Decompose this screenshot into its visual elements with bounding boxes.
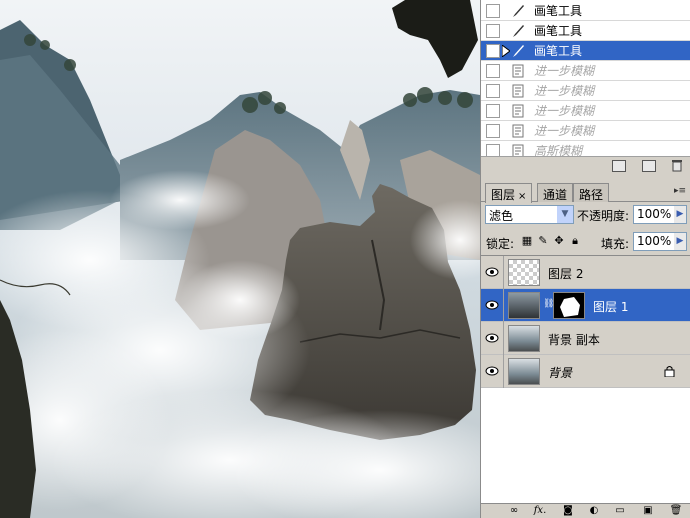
link-layers-icon[interactable]: ∞ bbox=[507, 505, 521, 517]
history-state-item[interactable]: 进一步模糊 bbox=[481, 61, 690, 81]
new-snapshot-icon[interactable] bbox=[642, 160, 656, 172]
layers-footer: ∞ fx. ◙ ◐ ▭ ▣ 🗑︎ bbox=[481, 503, 690, 518]
lock-transparency-icon[interactable]: ▦ bbox=[521, 235, 533, 247]
fill-label: 填充: bbox=[601, 237, 630, 251]
brush-icon bbox=[510, 23, 526, 39]
history-source-checkbox[interactable] bbox=[486, 123, 500, 138]
eye-column-divider bbox=[503, 322, 504, 355]
layers-list: 图层 2 ⛓ 图层 1 背景 副本背景 bbox=[481, 255, 690, 503]
eye-column-divider bbox=[503, 256, 504, 289]
eye-icon[interactable] bbox=[485, 266, 499, 278]
mask-link-icon[interactable]: ⛓ bbox=[543, 299, 554, 312]
eye-icon[interactable] bbox=[485, 332, 499, 344]
blend-mode-value: 滤色 bbox=[489, 209, 514, 223]
history-source-checkbox[interactable] bbox=[486, 23, 500, 38]
layer-lock-icon bbox=[664, 365, 675, 378]
lock-all-icon[interactable]: 🔒︎ bbox=[569, 235, 581, 247]
lock-image-icon[interactable]: ✎ bbox=[537, 235, 549, 247]
layer-row[interactable]: 背景 bbox=[481, 355, 690, 388]
eye-column-divider bbox=[503, 289, 504, 322]
layer-name[interactable]: 背景 bbox=[548, 364, 572, 381]
side-panels: 画笔工具 画笔工具 画笔工具 进一步模糊 进一步模糊 进一步模糊 进一步模糊 高斯模糊 图层 ×… bbox=[480, 0, 690, 518]
layer-thumbnail[interactable] bbox=[508, 259, 540, 286]
history-footer bbox=[481, 156, 690, 174]
tab-layers-label: 图层 bbox=[491, 188, 516, 202]
history-state-marker-icon bbox=[501, 44, 511, 60]
history-source-checkbox[interactable] bbox=[486, 83, 500, 98]
adjustment-layer-icon[interactable]: ◐ bbox=[587, 505, 601, 517]
layer-row[interactable]: 背景 副本 bbox=[481, 322, 690, 355]
layer-row[interactable]: ⛓ 图层 1 bbox=[481, 289, 690, 322]
history-state-label: 进一步模糊 bbox=[534, 104, 595, 118]
lock-row: 锁定: ▦ ✎ ✥ 🔒︎ 填充: 100% ▶ bbox=[481, 230, 690, 254]
close-tab-icon[interactable]: × bbox=[518, 191, 526, 202]
tab-layers[interactable]: 图层 × bbox=[485, 183, 533, 203]
eye-column-divider bbox=[503, 355, 504, 388]
new-document-from-state-icon[interactable] bbox=[612, 160, 626, 172]
brush-icon bbox=[510, 43, 526, 59]
fill-slider-arrow-icon[interactable]: ▶ bbox=[674, 233, 686, 250]
fill-value: 100% bbox=[637, 234, 672, 248]
layer-name[interactable]: 图层 2 bbox=[548, 265, 583, 282]
brush-icon bbox=[510, 3, 526, 19]
history-state-label: 进一步模糊 bbox=[534, 64, 595, 78]
history-source-checkbox[interactable] bbox=[486, 63, 500, 78]
layer-thumbnail[interactable] bbox=[508, 325, 540, 352]
history-state-item[interactable]: 进一步模糊 bbox=[481, 81, 690, 101]
history-state-label: 进一步模糊 bbox=[534, 124, 595, 138]
opacity-field[interactable]: 100% ▶ bbox=[633, 205, 687, 224]
history-state-label: 画笔工具 bbox=[534, 44, 583, 58]
blend-mode-select[interactable]: 滤色 ▼ bbox=[485, 205, 574, 224]
chevron-down-icon[interactable]: ▼ bbox=[557, 206, 573, 223]
history-state-label: 画笔工具 bbox=[534, 24, 583, 38]
delete-layer-icon[interactable]: 🗑︎ bbox=[669, 505, 683, 517]
tab-paths[interactable]: 路径 bbox=[573, 183, 610, 202]
fx-icon[interactable]: fx. bbox=[533, 505, 547, 517]
document-canvas[interactable] bbox=[0, 0, 480, 518]
trash-icon[interactable] bbox=[671, 159, 683, 172]
layer-thumbnail[interactable] bbox=[508, 358, 540, 385]
opacity-label: 不透明度: bbox=[577, 209, 630, 223]
history-state-item[interactable]: 画笔工具 bbox=[481, 41, 690, 61]
history-state-item[interactable]: 画笔工具 bbox=[481, 21, 690, 41]
new-layer-icon[interactable]: ▣ bbox=[641, 505, 655, 517]
filter-doc-icon bbox=[510, 103, 526, 119]
layer-name[interactable]: 图层 1 bbox=[593, 298, 628, 315]
opacity-slider-arrow-icon[interactable]: ▶ bbox=[674, 206, 686, 223]
history-source-checkbox[interactable] bbox=[486, 3, 500, 18]
filter-doc-icon bbox=[510, 83, 526, 99]
new-group-icon[interactable]: ▭ bbox=[613, 505, 627, 517]
history-source-checkbox[interactable] bbox=[486, 43, 500, 58]
panel-menu-icon[interactable]: ▸≡ bbox=[674, 186, 686, 196]
history-state-item[interactable]: 进一步模糊 bbox=[481, 101, 690, 121]
history-list: 画笔工具 画笔工具 画笔工具 进一步模糊 进一步模糊 进一步模糊 进一步模糊 高斯模糊 bbox=[481, 0, 690, 161]
eye-icon[interactable] bbox=[485, 365, 499, 377]
opacity-value: 100% bbox=[637, 207, 672, 221]
filter-doc-icon bbox=[510, 123, 526, 139]
eye-icon[interactable] bbox=[485, 299, 499, 311]
history-state-label: 进一步模糊 bbox=[534, 84, 595, 98]
add-mask-icon[interactable]: ◙ bbox=[561, 505, 575, 517]
landscape-image bbox=[0, 0, 480, 518]
history-state-label: 画笔工具 bbox=[534, 4, 583, 18]
tab-channels-label: 通道 bbox=[543, 188, 568, 202]
filter-doc-icon bbox=[510, 63, 526, 79]
lock-label: 锁定: bbox=[486, 237, 515, 251]
history-source-checkbox[interactable] bbox=[486, 103, 500, 118]
tab-channels[interactable]: 通道 bbox=[537, 183, 574, 202]
layer-name[interactable]: 背景 副本 bbox=[548, 331, 600, 348]
layer-row[interactable]: 图层 2 bbox=[481, 256, 690, 289]
layer-mask-thumbnail[interactable] bbox=[553, 292, 585, 319]
layer-thumbnail[interactable] bbox=[508, 292, 540, 319]
history-state-item[interactable]: 进一步模糊 bbox=[481, 121, 690, 141]
blend-row: 滤色 ▼ 不透明度: 100% ▶ bbox=[481, 203, 690, 227]
tab-paths-label: 路径 bbox=[579, 188, 604, 202]
lock-position-icon[interactable]: ✥ bbox=[553, 235, 565, 247]
history-state-item[interactable]: 画笔工具 bbox=[481, 1, 690, 21]
layers-panel-tabs: 图层 × 通道 路径 bbox=[481, 181, 690, 203]
fill-field[interactable]: 100% ▶ bbox=[633, 232, 687, 251]
